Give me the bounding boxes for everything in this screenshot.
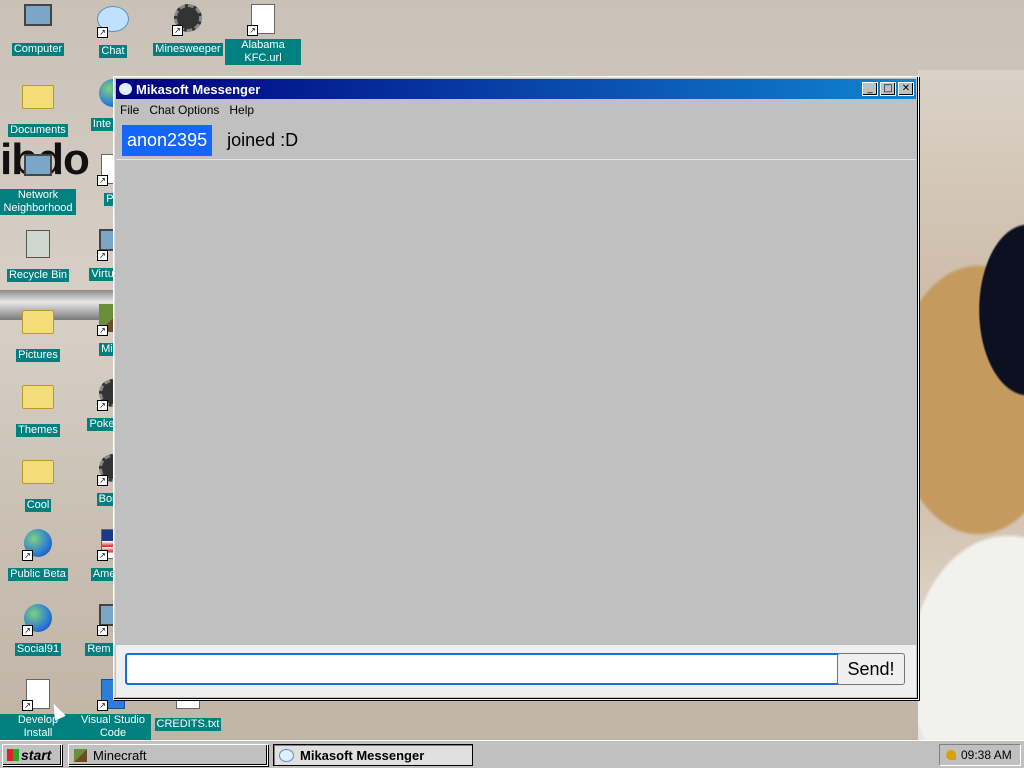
messenger-window[interactable]: Mikasoft Messenger _ □ ✕ File Chat Optio… [113, 76, 919, 700]
shortcut-arrow-icon: ↗ [97, 175, 108, 186]
desktop-icon-label: Cool [24, 499, 52, 512]
desktop-icon-network[interactable]: Network Neighborhood [0, 152, 76, 216]
key-icon [946, 750, 956, 760]
shortcut-arrow-icon: ↗ [22, 550, 33, 561]
desktop-icon-label: Computer [11, 43, 65, 56]
folder-icon [22, 85, 54, 109]
desktop-icon-label: Social91 [14, 643, 62, 656]
shortcut-arrow-icon: ↗ [97, 700, 108, 711]
desktop-icon-label: CREDITS.txt [154, 718, 222, 731]
taskbar-item-label: Mikasoft Messenger [300, 747, 425, 763]
desktop-icon-label: Themes [16, 424, 60, 437]
desktop-icon-documents[interactable]: Documents [0, 77, 76, 138]
shortcut-arrow-icon: ↗ [97, 475, 108, 486]
desktop-icon-computer[interactable]: Computer [0, 2, 76, 57]
maximize-button[interactable]: □ [880, 82, 896, 96]
close-button[interactable]: ✕ [898, 82, 914, 96]
shortcut-arrow-icon: ↗ [97, 27, 108, 38]
desktop-icon-label: Documents [8, 124, 68, 137]
windows-logo-icon [7, 749, 19, 761]
taskbar: start Minecraft Mikasoft Messenger 09:38… [0, 740, 1024, 768]
shortcut-arrow-icon: ↗ [97, 625, 108, 636]
minimize-button[interactable]: _ [862, 82, 878, 96]
shortcut-arrow-icon: ↗ [97, 400, 108, 411]
start-button[interactable]: start [2, 744, 62, 766]
title-bar[interactable]: Mikasoft Messenger _ □ ✕ [116, 79, 916, 99]
desktop-icon-social91[interactable]: ↗ Social91 [0, 602, 76, 657]
desktop-icon-themes[interactable]: Themes [0, 377, 76, 438]
desktop-icon-label: Public Beta [8, 568, 68, 581]
message-username[interactable]: anon2395 [122, 124, 213, 156]
chat-message: anon2395 joined :D [116, 121, 916, 160]
shortcut-arrow-icon: ↗ [97, 325, 108, 336]
desktop-icon-cool[interactable]: Cool [0, 452, 76, 513]
desktop-icon-pictures[interactable]: Pictures [0, 302, 76, 363]
menu-bar: File Chat Options Help [114, 101, 918, 119]
shortcut-arrow-icon: ↗ [97, 250, 108, 261]
folder-icon [22, 385, 54, 409]
messenger-icon [119, 83, 132, 95]
taskbar-item-messenger[interactable]: Mikasoft Messenger [273, 744, 473, 766]
shortcut-arrow-icon: ↗ [22, 700, 33, 711]
folder-icon [22, 310, 54, 334]
chat-log[interactable]: anon2395 joined :D [116, 121, 916, 645]
clock[interactable]: 09:38 AM [961, 748, 1012, 762]
menu-chat-options[interactable]: Chat Options [149, 103, 219, 117]
desktop-icon-label: Pictures [16, 349, 60, 362]
system-tray: 09:38 AM [939, 744, 1021, 766]
network-icon [24, 154, 52, 176]
menu-file[interactable]: File [120, 103, 139, 117]
send-button[interactable]: Send! [837, 653, 905, 685]
desktop-icon-label: Visual Studio Code [75, 714, 151, 740]
desktop-icon-alabama-kfc[interactable]: ↗ Alabama KFC.url [225, 2, 301, 66]
desktop-icon-label: Network Neighborhood [0, 189, 76, 215]
desktop-icon-minesweeper[interactable]: ↗ Minesweeper [150, 2, 226, 57]
shortcut-arrow-icon: ↗ [97, 550, 108, 561]
desktop-icon-chat[interactable]: ↗ Chat [75, 2, 151, 59]
desktop-icon-label: Alabama KFC.url [225, 39, 301, 65]
wallpaper-photo [918, 70, 1024, 740]
desktop-icon-label: Minesweeper [153, 43, 223, 56]
computer-icon [24, 4, 52, 26]
shortcut-arrow-icon: ↗ [247, 25, 258, 36]
taskbar-item-label: Minecraft [93, 747, 147, 763]
desktop-icon-public-beta[interactable]: ↗ Public Beta [0, 527, 76, 582]
folder-icon [22, 460, 54, 484]
taskbar-item-minecraft[interactable]: Minecraft [68, 744, 268, 766]
menu-help[interactable]: Help [229, 103, 254, 117]
message-input[interactable] [125, 653, 841, 685]
message-text: joined :D [227, 129, 299, 150]
shortcut-arrow-icon: ↗ [22, 625, 33, 636]
desktop-icon-label: Recycle Bin [6, 269, 70, 282]
desktop-icon-label: Chat [99, 45, 127, 58]
shortcut-arrow-icon: ↗ [172, 25, 183, 36]
start-label: start [21, 747, 52, 763]
messenger-icon [279, 748, 294, 762]
input-bar: Send! [116, 645, 916, 697]
recycle-bin-icon [26, 230, 50, 258]
window-title: Mikasoft Messenger [136, 81, 261, 97]
desktop-icon-recycle-bin[interactable]: Recycle Bin [0, 227, 76, 283]
minecraft-icon [74, 748, 87, 762]
